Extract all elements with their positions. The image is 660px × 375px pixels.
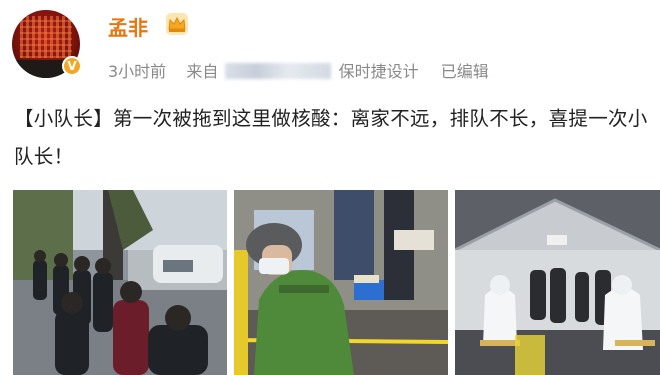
source-prefix: 来自: [186, 62, 219, 81]
verified-icon: V: [62, 56, 82, 76]
edited-label[interactable]: 已编辑: [441, 62, 489, 81]
crown-icon: [166, 13, 188, 35]
source-name[interactable]: 保时捷设计: [339, 62, 419, 81]
post-meta: 3小时前 来自 保时捷设计 已编辑: [108, 58, 489, 82]
post-time[interactable]: 3小时前: [108, 62, 166, 81]
photo-testing-tent: [455, 190, 660, 375]
photo-3[interactable]: [455, 190, 660, 375]
photo-1[interactable]: [13, 190, 227, 375]
photo-2[interactable]: [234, 190, 448, 375]
photo-man-at-testing-booth: [234, 190, 448, 375]
redacted-source: [225, 63, 332, 79]
photo-queue-on-street: [13, 190, 227, 375]
post-text: 【小队长】第一次被拖到这里做核酸：离家不远，排队不长，喜提一次小队长！: [14, 107, 648, 168]
avatar-image: [20, 16, 72, 58]
username[interactable]: 孟非: [108, 12, 148, 41]
